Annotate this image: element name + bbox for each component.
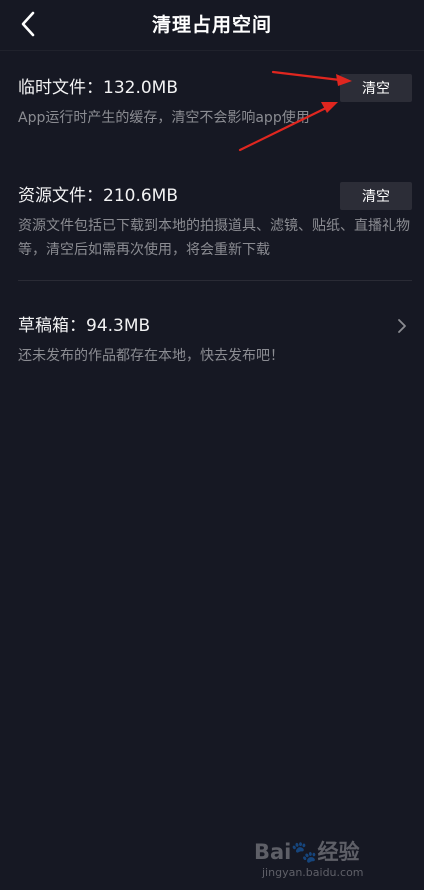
baidu-jingyan-watermark: Bai🐾经验 jingyan.baidu.com bbox=[250, 836, 400, 884]
navigation-bar: 清理占用空间 bbox=[0, 0, 424, 51]
annotation-arrows bbox=[238, 70, 352, 152]
clear-storage-screen: 清理占用空间 临时文件：132.0MB 清空 App运行时产生的缓存，清空不会影… bbox=[0, 0, 424, 890]
chevron-right-icon bbox=[398, 319, 406, 333]
section-divider bbox=[18, 280, 412, 281]
resource-files-description: 资源文件包括已下载到本地的拍摄道具、滤镜、贴纸、直播礼物等，清空后如需再次使用，… bbox=[18, 218, 410, 258]
clear-resource-files-button[interactable]: 清空 bbox=[340, 182, 412, 210]
drafts-title: 草稿箱：94.3MB bbox=[18, 316, 151, 336]
watermark-url: jingyan.baidu.com bbox=[262, 866, 364, 879]
temp-files-description: App运行时产生的缓存，清空不会影响app使用 bbox=[18, 110, 310, 126]
drafts-description: 还未发布的作品都存在本地，快去发布吧！ bbox=[18, 348, 284, 364]
temp-files-section: 临时文件：132.0MB 清空 App运行时产生的缓存，清空不会影响app使用 bbox=[18, 74, 412, 130]
watermark-logo: Bai🐾经验 bbox=[254, 840, 360, 864]
clear-temp-files-button[interactable]: 清空 bbox=[340, 74, 412, 102]
drafts-row[interactable]: 草稿箱：94.3MB 还未发布的作品都存在本地，快去发布吧！ bbox=[18, 312, 412, 368]
resource-files-section: 资源文件：210.6MB 清空 资源文件包括已下载到本地的拍摄道具、滤镜、贴纸、… bbox=[18, 182, 412, 262]
page-title: 清理占用空间 bbox=[151, 14, 272, 36]
